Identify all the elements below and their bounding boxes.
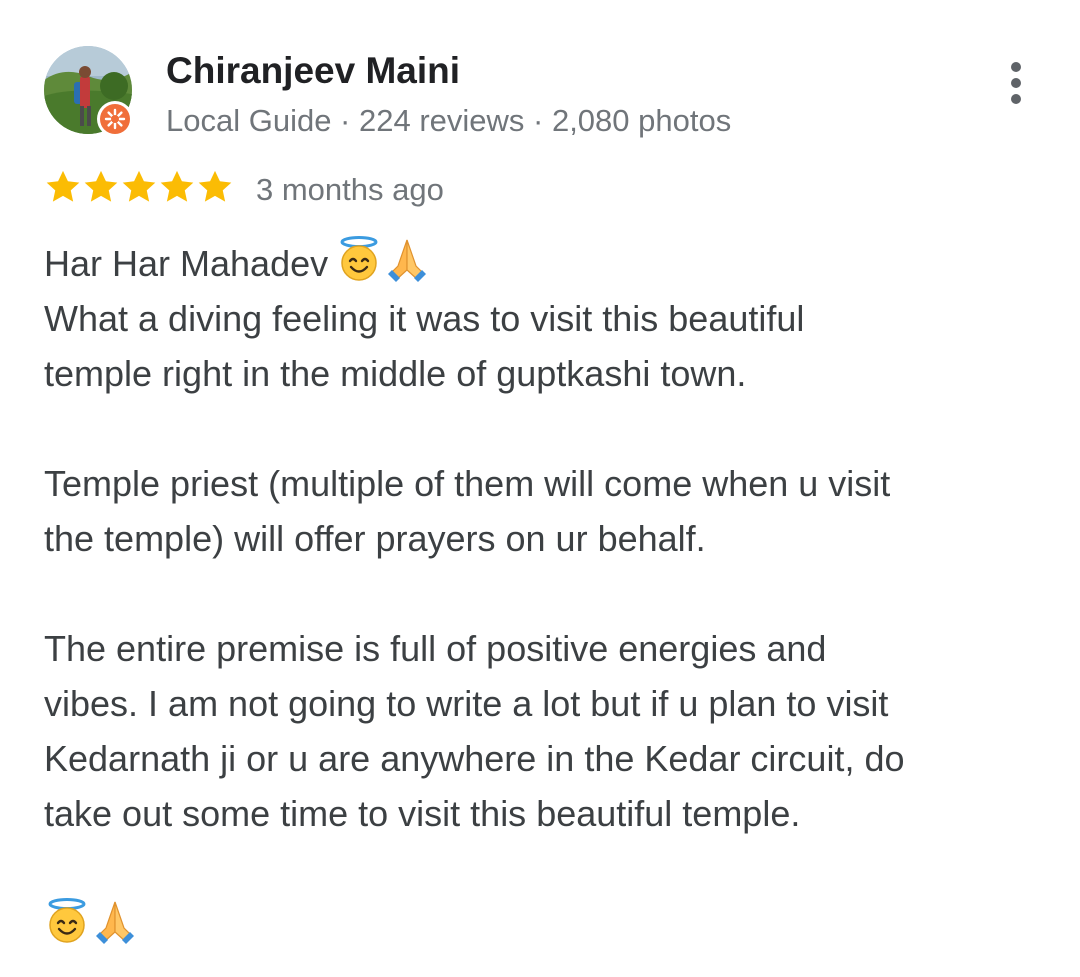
more-dot <box>1011 94 1021 104</box>
star-icon <box>160 170 194 202</box>
review-text-line: What a diving feeling it was to visit th… <box>44 298 805 339</box>
folded-hands-icon <box>96 901 134 944</box>
review-paragraph-3: The entire premise is full of positive e… <box>44 621 1024 841</box>
star-icon <box>46 170 80 202</box>
review-text-line: Kedarnath ji or u are anywhere in the Ke… <box>44 738 905 779</box>
review-text-line: Har Har Mahadev <box>44 243 329 284</box>
review-paragraph-1: Har Har Mahadev What a diving feeling it… <box>44 236 1024 401</box>
review-text-line: the temple) will offer prayers on ur beh… <box>44 518 706 559</box>
review-text-line: Temple priest (multiple of them will com… <box>44 463 891 504</box>
review-card: Chiranjeev Maini Local Guide · 224 revie… <box>0 0 1080 977</box>
review-time: 3 months ago <box>256 172 444 207</box>
emoji-group <box>336 236 432 282</box>
smiling-face-with-halo-icon <box>340 236 378 281</box>
star-rating <box>44 168 234 208</box>
review-text-line: take out some time to visit this beautif… <box>44 793 801 834</box>
review-text-line: The entire premise is full of positive e… <box>44 628 827 669</box>
author-meta: Local Guide · 224 reviews · 2,080 photos <box>166 103 732 138</box>
more-dot <box>1011 78 1021 88</box>
review-text-line: temple right in the middle of guptkashi … <box>44 353 747 394</box>
more-vert-icon[interactable] <box>996 60 1036 106</box>
smiling-face-with-halo-icon <box>48 898 86 943</box>
star-icon <box>122 170 156 202</box>
author-name[interactable]: Chiranjeev Maini <box>166 50 460 92</box>
star-icon <box>198 170 232 202</box>
folded-hands-icon <box>388 239 427 282</box>
review-paragraph-2: Temple priest (multiple of them will com… <box>44 456 1024 566</box>
more-dot <box>1011 62 1021 72</box>
closing-emoji-group <box>44 898 144 948</box>
local-guide-badge-icon <box>97 101 133 137</box>
star-icon <box>84 170 118 202</box>
review-text-line: vibes. I am not going to write a lot but… <box>44 683 889 724</box>
